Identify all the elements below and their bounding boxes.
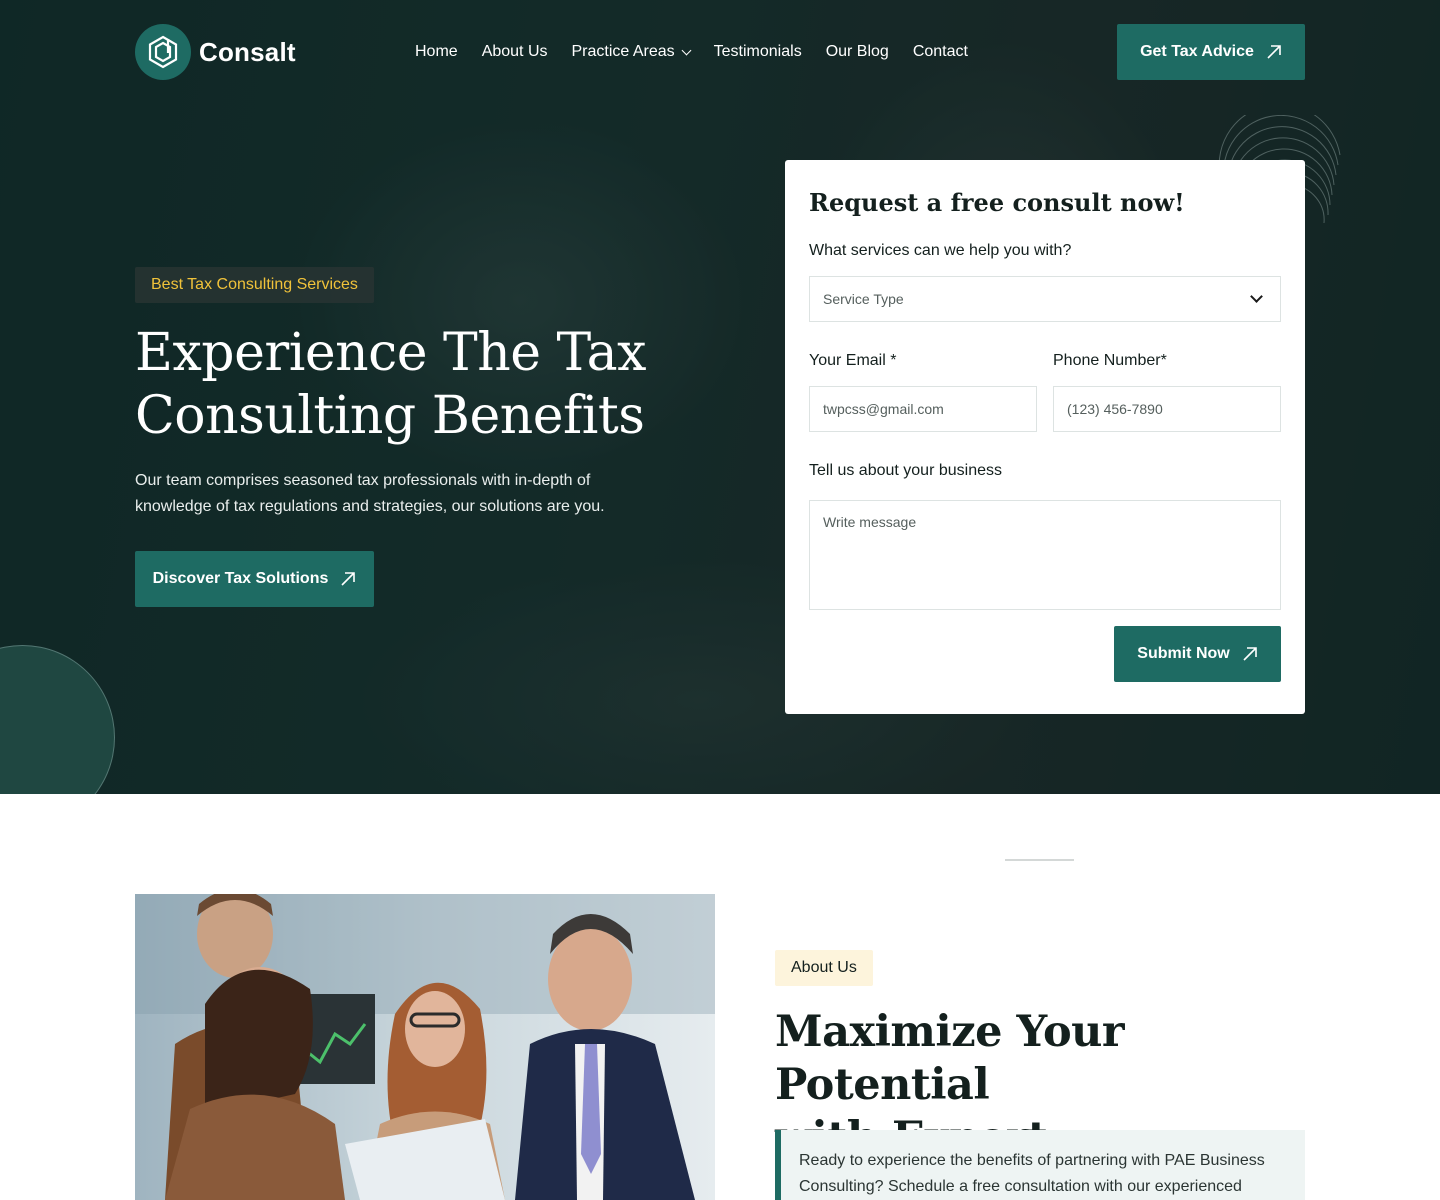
about-tag: About Us: [775, 950, 873, 986]
button-label: Submit Now: [1137, 645, 1230, 662]
field-placeholder: (123) 456-7890: [1067, 401, 1163, 417]
nav-item-home[interactable]: Home: [415, 40, 458, 64]
nav-item-testimonials[interactable]: Testimonials: [714, 40, 802, 64]
consult-form-card: Request a free consult now! What service…: [785, 160, 1305, 714]
logo-icon: [135, 24, 191, 80]
brand-logo[interactable]: Consalt: [135, 24, 296, 80]
button-label: Discover Tax Solutions: [152, 570, 329, 587]
email-field[interactable]: twpcss@gmail.com: [809, 386, 1037, 432]
nav-item-about-us[interactable]: About Us: [482, 40, 548, 64]
field-placeholder: twpcss@gmail.com: [823, 401, 944, 417]
discover-tax-solutions-button[interactable]: Discover Tax Solutions: [135, 551, 374, 607]
section-divider: [1005, 859, 1074, 861]
nav-item-label: Practice Areas: [571, 43, 675, 60]
team-meeting-photo: [135, 894, 715, 1200]
field-placeholder: Write message: [823, 514, 917, 530]
chevron-down-icon: [681, 45, 692, 55]
message-textarea[interactable]: Write message: [809, 500, 1281, 610]
about-title-line: Maximize Your Potential: [775, 1007, 1125, 1110]
arrow-up-right-icon: [1243, 647, 1257, 661]
hero-description: Our team comprises seasoned tax professi…: [135, 472, 605, 515]
nav-item-label: Home: [415, 43, 458, 60]
nav-item-label: Contact: [912, 43, 968, 60]
brand-name: Consalt: [199, 36, 296, 67]
main-navigation: Home About Us Practice Areas Testimonial…: [415, 40, 968, 64]
hero-tag: Best Tax Consulting Services: [135, 267, 374, 303]
nav-item-contact[interactable]: Contact: [913, 40, 968, 64]
phone-label: Phone Number*: [1053, 352, 1167, 369]
email-label: Your Email *: [809, 352, 897, 369]
nav-item-label: About Us: [481, 43, 548, 60]
submit-button[interactable]: Submit Now: [1114, 626, 1281, 682]
service-type-select[interactable]: Service Type: [809, 276, 1281, 322]
get-tax-advice-button[interactable]: Get Tax Advice: [1117, 24, 1305, 80]
nav-item-label: Testimonials: [713, 43, 802, 60]
arrow-up-right-icon: [1267, 45, 1281, 59]
hero-title-line: Consulting Benefits: [135, 386, 645, 446]
service-label: What services can we help you with?: [809, 242, 1072, 259]
arrow-up-right-icon: [341, 572, 356, 586]
chevron-down-icon: [1250, 290, 1263, 303]
hero-title: Experience The Tax Consulting Benefits: [135, 322, 695, 448]
nav-item-label: Our Blog: [825, 43, 889, 60]
select-placeholder: Service Type: [823, 291, 904, 307]
team-photo-illustration: [135, 894, 715, 1200]
nav-item-our-blog[interactable]: Our Blog: [826, 40, 889, 64]
button-label: Get Tax Advice: [1140, 43, 1254, 60]
nav-item-practice-areas[interactable]: Practice Areas: [571, 40, 692, 64]
hero-title-line: Experience The Tax: [135, 323, 646, 383]
hero-section: Consalt Home About Us Practice Areas Tes…: [0, 0, 1440, 794]
form-title: Request a free consult now!: [809, 188, 1185, 217]
phone-field[interactable]: (123) 456-7890: [1053, 386, 1281, 432]
about-quote: Ready to experience the benefits of part…: [775, 1130, 1305, 1200]
message-label: Tell us about your business: [809, 462, 1002, 479]
